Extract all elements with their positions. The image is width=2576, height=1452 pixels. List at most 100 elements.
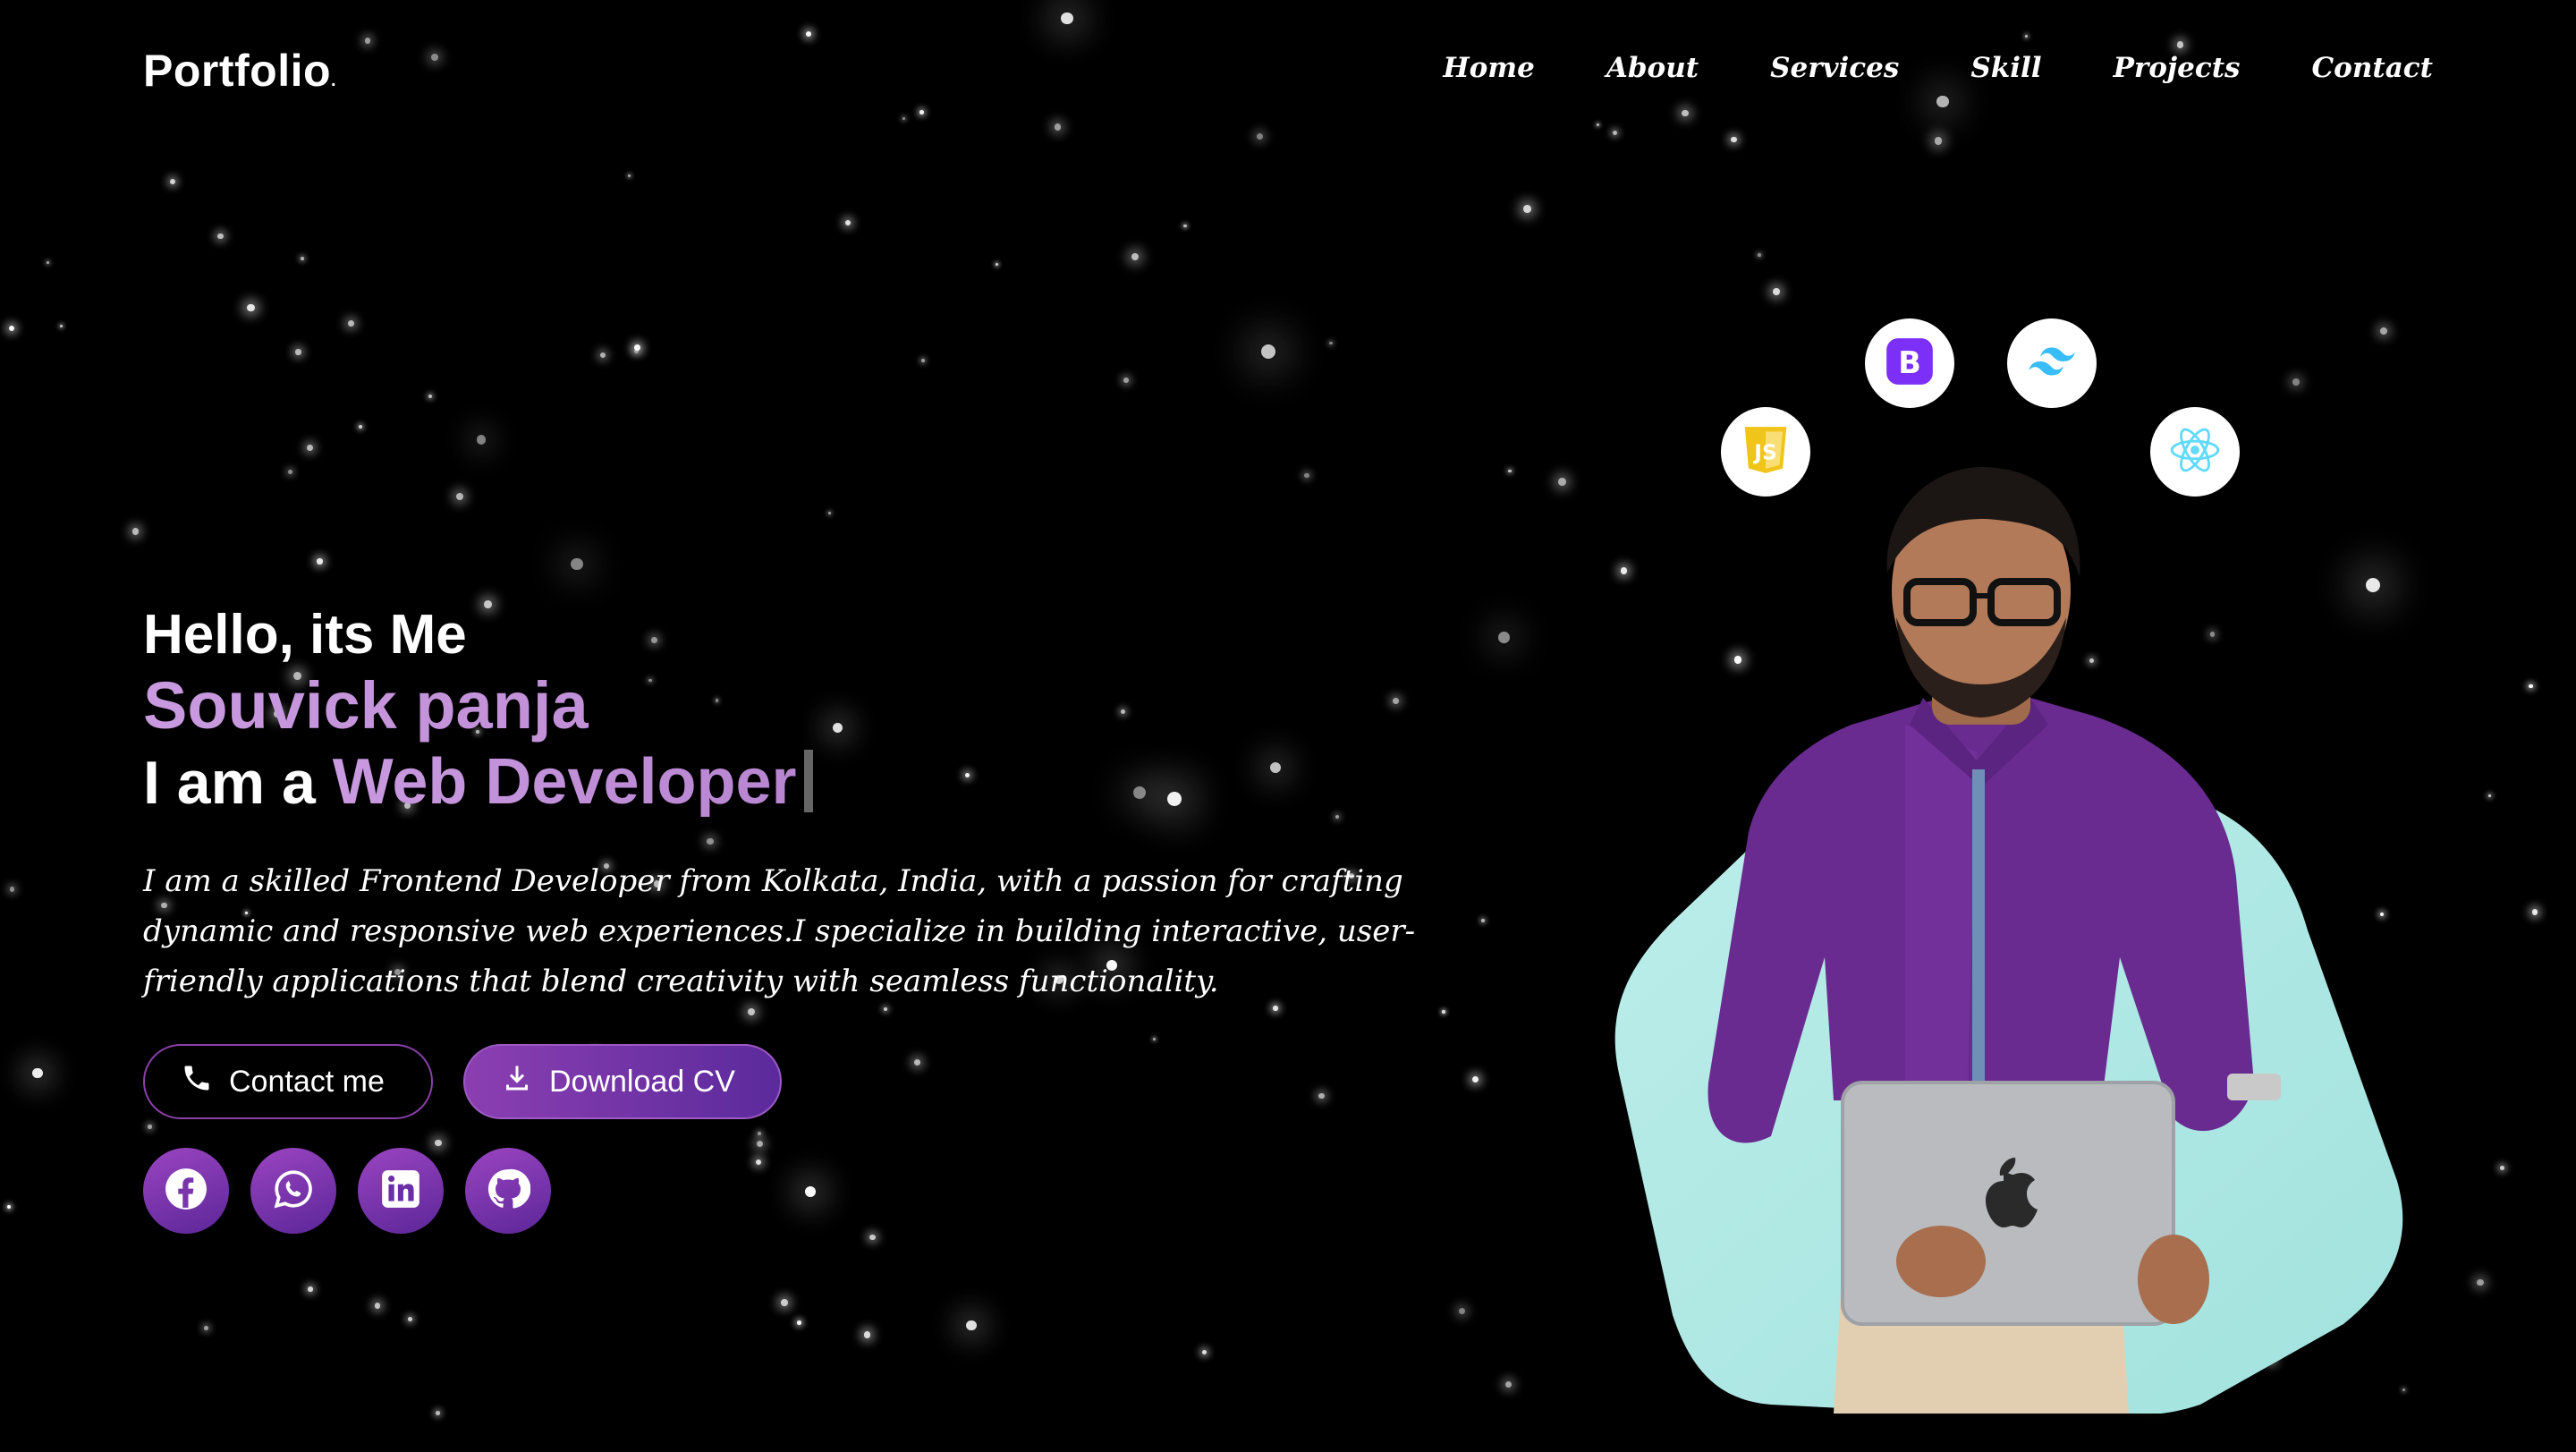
star [1257, 132, 1264, 140]
linkedin-link[interactable] [358, 1148, 444, 1234]
star [599, 352, 606, 359]
github-icon [486, 1167, 531, 1216]
star [1304, 472, 1309, 479]
star [347, 320, 354, 327]
star [966, 1320, 977, 1331]
nav-home[interactable]: Home [1443, 52, 1535, 84]
star [919, 110, 924, 115]
star [1123, 378, 1130, 384]
star [1183, 224, 1187, 227]
star [869, 1234, 876, 1241]
linkedin-icon [378, 1167, 423, 1216]
star [59, 324, 63, 327]
hero-name: Souvick panja [143, 669, 1521, 743]
hero-section: Hello, its Me Souvick panja I am a Web D… [143, 601, 1521, 1234]
star [921, 358, 926, 362]
star [32, 1068, 43, 1079]
javascript-icon: JS [1738, 422, 1793, 482]
star [428, 394, 432, 398]
star [2177, 41, 2184, 48]
bootstrap-badge: B [1865, 318, 1954, 408]
star [8, 325, 15, 332]
star [1054, 123, 1062, 131]
star [288, 470, 293, 474]
star [1773, 288, 1780, 295]
star [317, 558, 323, 565]
nav-contact[interactable]: Contact [2312, 52, 2434, 84]
star [2365, 577, 2381, 592]
nav-projects[interactable]: Projects [2114, 52, 2241, 84]
star [781, 1299, 788, 1306]
star [2025, 35, 2029, 38]
tailwind-badge [2007, 318, 2097, 408]
star [1329, 341, 1333, 345]
star [1131, 252, 1140, 261]
react-badge [2150, 407, 2240, 497]
star [301, 256, 305, 260]
star [1201, 1349, 1208, 1355]
star [407, 1317, 412, 1322]
star [247, 303, 255, 312]
github-link[interactable] [465, 1148, 551, 1234]
svg-text:B: B [1898, 344, 1921, 379]
star [2380, 327, 2388, 335]
star [131, 528, 140, 535]
nav-services[interactable]: Services [1770, 52, 1899, 84]
role-typed-text: Web Developer [332, 746, 797, 818]
whatsapp-icon [271, 1167, 316, 1216]
social-links [143, 1148, 1521, 1234]
star [1682, 109, 1689, 117]
bootstrap-icon: B [1882, 334, 1937, 394]
role-prefix: I am a [143, 749, 316, 817]
nav-skill[interactable]: Skill [1970, 52, 2041, 84]
react-icon [2167, 422, 2223, 482]
star [571, 558, 583, 571]
facebook-icon [164, 1167, 208, 1216]
star [456, 492, 464, 500]
typing-cursor [803, 750, 813, 812]
star [995, 263, 998, 267]
nav-about[interactable]: About [1606, 52, 1699, 84]
star [1731, 136, 1737, 142]
javascript-badge: JS [1721, 407, 1810, 497]
star [1758, 252, 1762, 257]
star [374, 1302, 381, 1309]
star [1936, 95, 1949, 108]
star [1558, 477, 1567, 486]
star [627, 174, 631, 178]
facebook-link[interactable] [143, 1148, 229, 1234]
hero-buttons: Contact me Download CV [143, 1044, 1521, 1119]
star [864, 1331, 871, 1338]
svg-text:JS: JS [1752, 440, 1776, 464]
star [844, 219, 852, 226]
star [306, 445, 313, 451]
developer-portrait [1707, 466, 2281, 1414]
star [1621, 567, 1628, 574]
download-cv-button[interactable]: Download CV [463, 1044, 782, 1119]
contact-me-button[interactable]: Contact me [143, 1044, 433, 1119]
star [1523, 205, 1532, 214]
star [2532, 909, 2538, 915]
contact-me-label: Contact me [229, 1064, 385, 1099]
star [217, 234, 224, 240]
star [9, 887, 15, 893]
whatsapp-link[interactable] [250, 1148, 336, 1234]
star [364, 38, 371, 45]
star [2476, 1278, 2484, 1286]
star [634, 344, 641, 351]
hero-description: I am a skilled Frontend Developer from K… [143, 863, 1416, 999]
star [170, 178, 175, 184]
phone-icon [181, 1062, 213, 1102]
star [203, 1325, 208, 1331]
star [797, 1320, 801, 1325]
star [1261, 344, 1276, 360]
site-logo[interactable]: Portfolio. [143, 45, 336, 97]
star [2529, 684, 2533, 689]
star [2292, 378, 2301, 386]
tailwind-icon [2024, 334, 2080, 394]
star [476, 435, 487, 445]
star [2500, 1166, 2505, 1171]
hero-role: I am a Web Developer [143, 743, 1521, 822]
hero-greeting: Hello, its Me [143, 604, 467, 666]
download-cv-label: Download CV [549, 1064, 735, 1099]
